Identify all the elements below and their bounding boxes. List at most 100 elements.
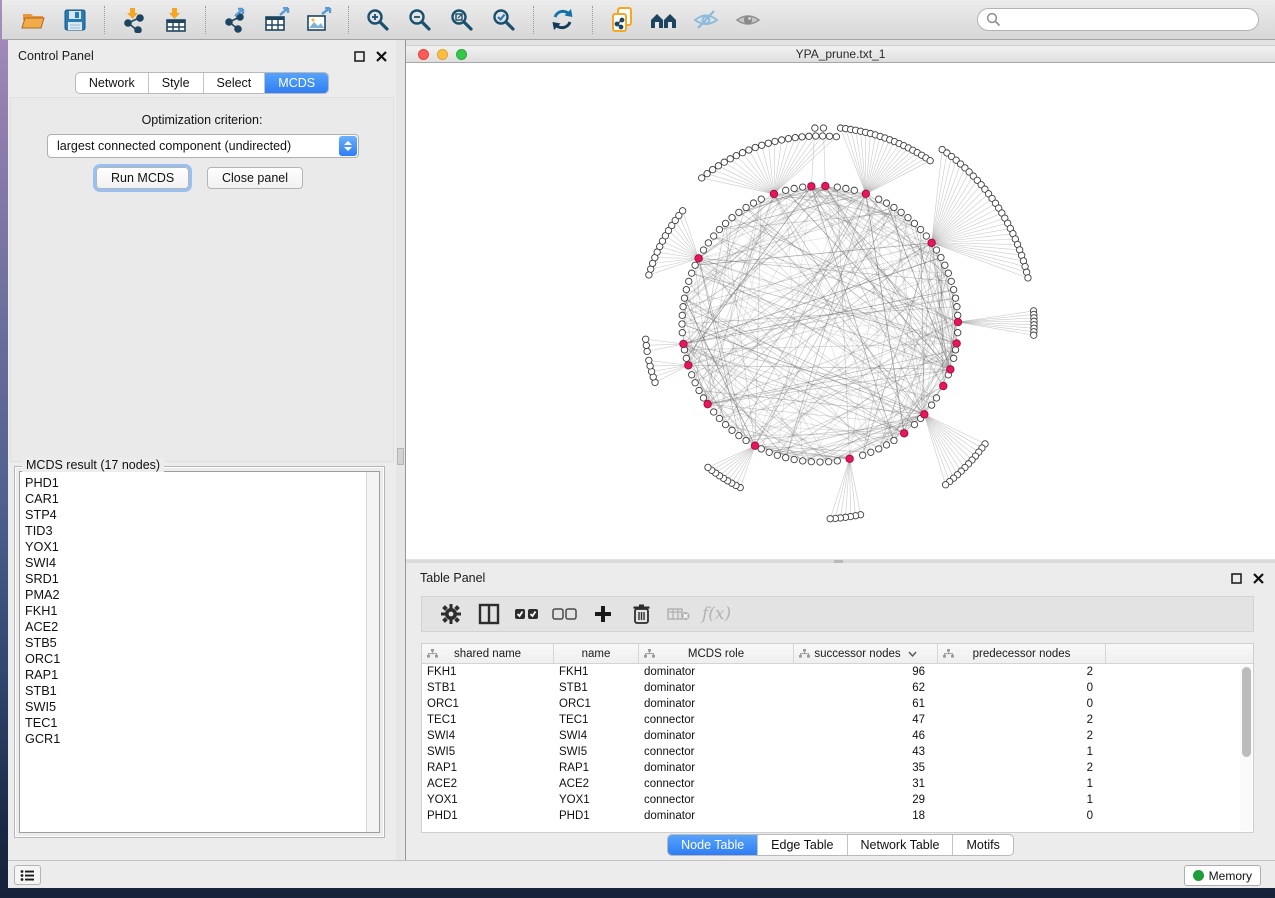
table-row[interactable]: SWI4 SWI4 dominator 46 2	[422, 728, 1253, 744]
delete-column-button[interactable]	[628, 602, 654, 626]
mcds-result-item[interactable]: PMA2	[20, 587, 379, 603]
mcds-result-item[interactable]: STB5	[20, 635, 379, 651]
vertical-splitter[interactable]	[396, 40, 406, 860]
zoom-in-button[interactable]	[363, 6, 393, 34]
mcds-result-item[interactable]: TID3	[20, 523, 379, 539]
trash-icon	[631, 603, 651, 625]
mcds-result-item[interactable]: TEC1	[20, 715, 379, 731]
table-row[interactable]: STB1 STB1 dominator 62 0	[422, 680, 1253, 696]
memory-button[interactable]: Memory	[1184, 865, 1261, 886]
list-scrollbar[interactable]	[366, 472, 379, 832]
float-panel-icon[interactable]	[352, 49, 366, 63]
import-network-button[interactable]	[119, 6, 149, 34]
zoom-fit-button[interactable]	[447, 6, 477, 34]
zoom-selected-button[interactable]	[489, 6, 519, 34]
column-header-name[interactable]: name	[554, 644, 639, 663]
tab-network[interactable]: Network	[76, 73, 148, 93]
hide-selected-button[interactable]	[691, 6, 721, 34]
mcds-result-item[interactable]: RAP1	[20, 667, 379, 683]
close-panel-button[interactable]: Close panel	[207, 167, 303, 189]
mcds-result-item[interactable]: FKH1	[20, 603, 379, 619]
function-builder-button[interactable]: f(x)	[702, 604, 731, 624]
table-row[interactable]: FKH1 FKH1 dominator 96 2	[422, 664, 1253, 680]
mcds-result-item[interactable]: STB1	[20, 683, 379, 699]
column-header-mcds-role[interactable]: MCDS role	[639, 644, 794, 663]
new-network-from-selection-button[interactable]	[607, 6, 637, 34]
tab-edge-table[interactable]: Edge Table	[757, 835, 846, 855]
table-row[interactable]: ACE2 ACE2 connector 31 1	[422, 776, 1253, 792]
search-input[interactable]	[1001, 11, 1258, 29]
network-graph[interactable]	[406, 63, 1275, 559]
mcds-result-item[interactable]: ACE2	[20, 619, 379, 635]
zoom-out-button[interactable]	[405, 6, 435, 34]
column-header-shared-name[interactable]: shared name	[422, 644, 554, 663]
mcds-result-item[interactable]: ORC1	[20, 651, 379, 667]
first-neighbors-button[interactable]	[649, 6, 679, 34]
search-box[interactable]	[977, 8, 1259, 31]
mcds-result-group: MCDS result (17 nodes) PHD1CAR1STP4TID3Y…	[14, 460, 385, 838]
maximize-window-icon[interactable]	[456, 49, 467, 60]
minimize-window-icon[interactable]	[437, 49, 448, 60]
tab-mcds[interactable]: MCDS	[264, 73, 328, 93]
search-icon	[986, 12, 1001, 27]
close-window-icon[interactable]	[418, 49, 429, 60]
table-row[interactable]: TEC1 TEC1 connector 47 2	[422, 712, 1253, 728]
toolbar-separator	[205, 6, 206, 34]
close-panel-icon[interactable]	[374, 49, 388, 63]
status-bar: Memory	[8, 860, 1275, 888]
show-columns-button[interactable]	[476, 602, 502, 626]
open-session-button[interactable]	[18, 6, 48, 34]
mcds-result-item[interactable]: GCR1	[20, 731, 379, 747]
mcds-result-item[interactable]: CAR1	[20, 491, 379, 507]
toolbar-separator	[104, 6, 105, 34]
column-header-predecessor-nodes[interactable]: predecessor nodes	[938, 644, 1106, 663]
table-row[interactable]: ORC1 ORC1 dominator 61 0	[422, 696, 1253, 712]
tab-network-table[interactable]: Network Table	[847, 835, 953, 855]
delete-table-icon	[667, 606, 691, 622]
tab-node-table[interactable]: Node Table	[668, 835, 757, 855]
float-panel-icon[interactable]	[1229, 571, 1243, 585]
export-table-button[interactable]	[262, 6, 292, 34]
export-network-icon	[222, 7, 248, 33]
select-all-button[interactable]	[514, 602, 540, 626]
mcds-result-list[interactable]: PHD1CAR1STP4TID3YOX1SWI4SRD1PMA2FKH1ACE2…	[19, 471, 380, 833]
tab-select[interactable]: Select	[203, 73, 265, 93]
mcds-result-item[interactable]: STP4	[20, 507, 379, 523]
export-network-button[interactable]	[220, 6, 250, 34]
save-session-button[interactable]	[60, 6, 90, 34]
table-settings-button[interactable]	[438, 602, 464, 626]
mcds-result-item[interactable]: SRD1	[20, 571, 379, 587]
optimization-criterion-select[interactable]: largest connected component (undirected)	[47, 134, 359, 158]
mcds-result-item[interactable]: SWI4	[20, 555, 379, 571]
table-row[interactable]: SWI5 SWI5 connector 43 1	[422, 744, 1253, 760]
mcds-result-item[interactable]: SWI5	[20, 699, 379, 715]
table-row[interactable]: YOX1 YOX1 connector 29 1	[422, 792, 1253, 808]
close-panel-icon[interactable]	[1251, 571, 1265, 585]
import-table-button[interactable]	[161, 6, 191, 34]
tab-motifs[interactable]: Motifs	[952, 835, 1012, 855]
splitter-handle[interactable]	[397, 448, 404, 465]
zoom-out-icon	[407, 7, 433, 33]
table-panel: Table Panel	[406, 563, 1275, 860]
export-image-button[interactable]	[304, 6, 334, 34]
delete-table-button[interactable]	[666, 602, 692, 626]
columns-icon	[478, 603, 500, 625]
task-history-button[interactable]	[14, 865, 41, 885]
run-mcds-button[interactable]: Run MCDS	[96, 167, 189, 189]
table-row[interactable]: PHD1 PHD1 dominator 18 0	[422, 808, 1253, 824]
network-canvas[interactable]	[406, 63, 1275, 559]
scrollbar-thumb[interactable]	[1242, 667, 1251, 757]
create-column-button[interactable]	[590, 602, 616, 626]
show-all-button[interactable]	[733, 6, 763, 34]
deselect-all-button[interactable]	[552, 602, 578, 626]
mcds-result-item[interactable]: PHD1	[20, 475, 379, 491]
tab-style[interactable]: Style	[148, 73, 203, 93]
column-header-successor-nodes[interactable]: successor nodes	[794, 644, 938, 663]
apply-layout-button[interactable]	[548, 6, 578, 34]
table-row[interactable]: RAP1 RAP1 dominator 35 2	[422, 760, 1253, 776]
main-toolbar	[2, 0, 1275, 40]
table-scrollbar[interactable]	[1240, 665, 1252, 831]
network-title: YPA_prune.txt_1	[406, 46, 1275, 63]
mcds-result-item[interactable]: YOX1	[20, 539, 379, 555]
network-window-titlebar[interactable]: YPA_prune.txt_1	[406, 45, 1275, 63]
